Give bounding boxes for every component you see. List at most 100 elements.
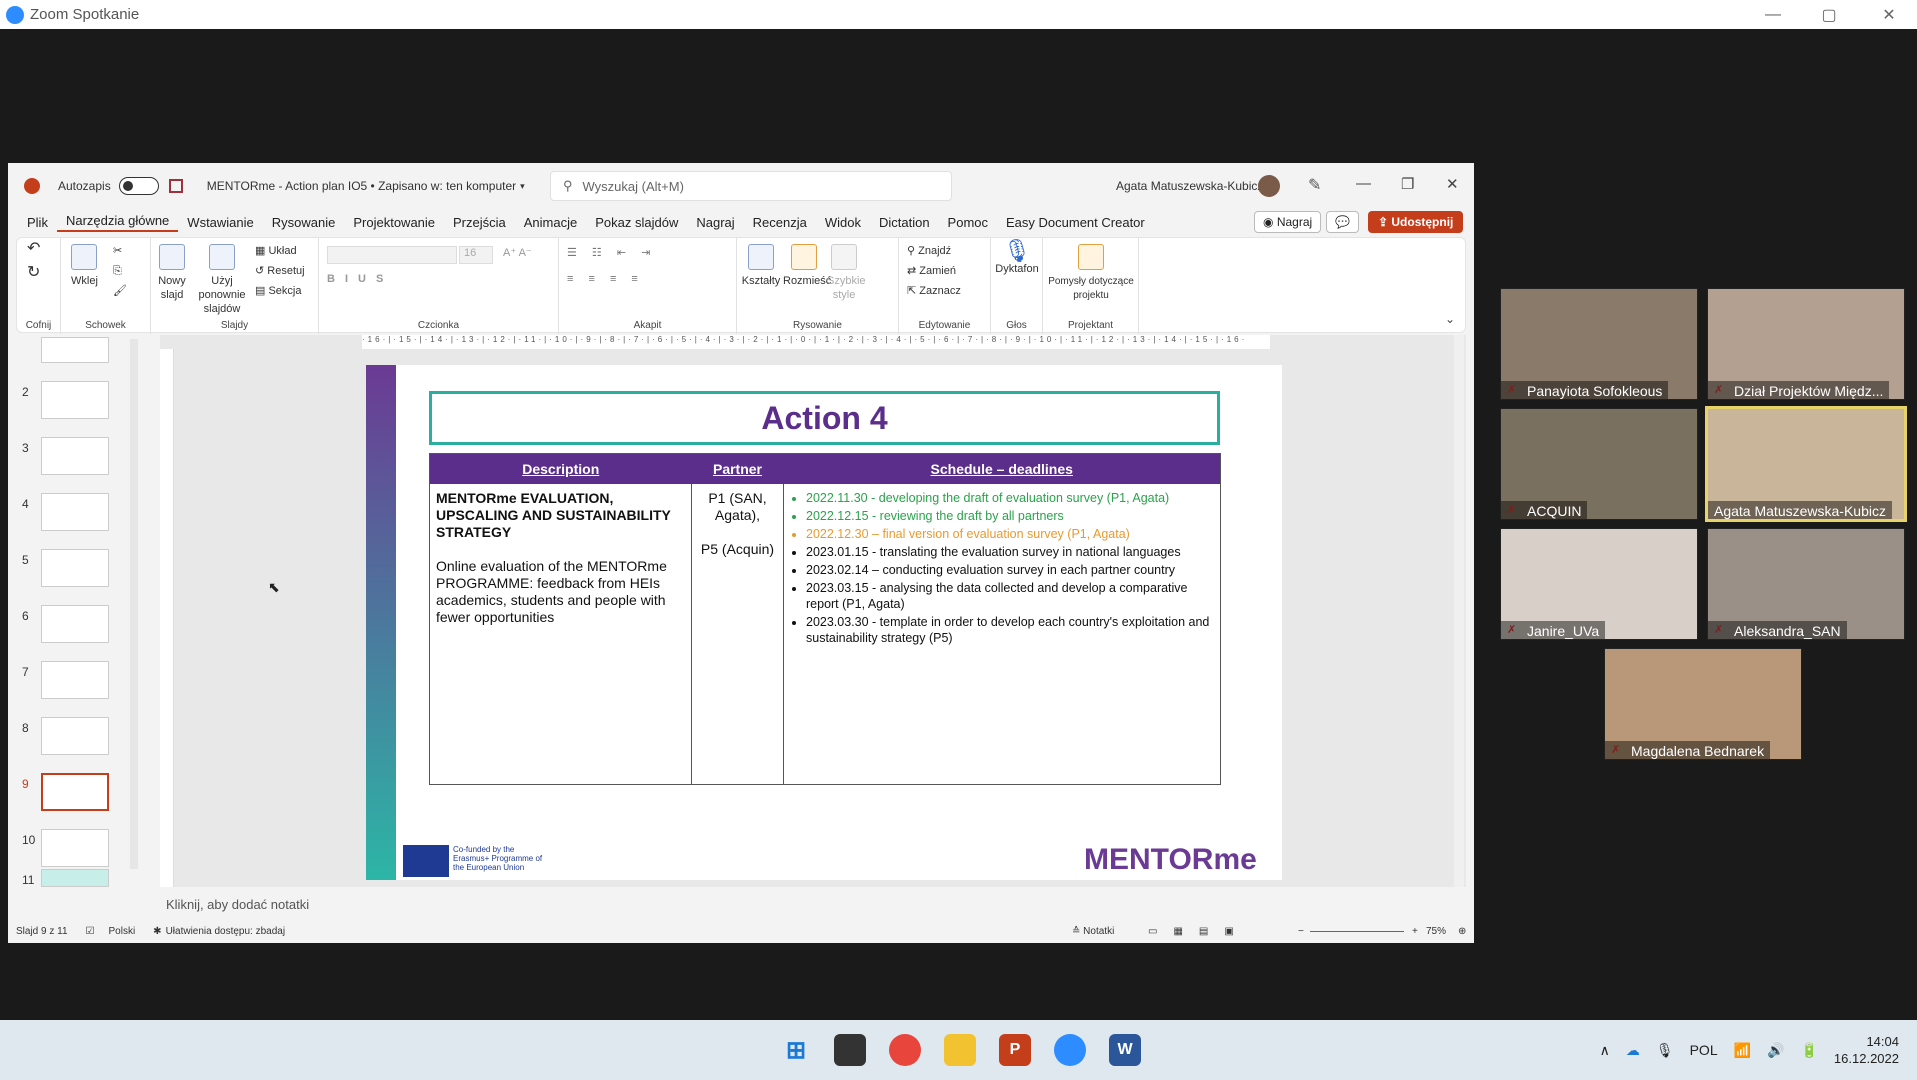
record-button[interactable]: ◉ Nagraj — [1254, 211, 1322, 233]
avatar[interactable] — [1258, 175, 1280, 197]
view-buttons[interactable]: ▭▦▤▣ — [1148, 926, 1250, 937]
tab-review[interactable]: Recenzja — [744, 215, 816, 230]
tab-home[interactable]: Narzędzia główne — [56, 213, 179, 232]
tab-animations[interactable]: Animacje — [515, 215, 586, 230]
clock[interactable]: 14:04 16.12.2022 — [1834, 1033, 1899, 1067]
share-button[interactable]: ⇪ Udostępnij — [1368, 211, 1464, 233]
slide-canvas[interactable]: Action 4 Description Partner Schedule – … — [366, 365, 1282, 880]
language-indicator[interactable]: POL — [1690, 1042, 1718, 1058]
participant-tile[interactable]: ✗ Panayiota Sofokleous — [1500, 288, 1698, 400]
tab-transitions[interactable]: Przejścia — [444, 215, 515, 230]
tab-record[interactable]: Nagraj — [687, 215, 743, 230]
cut-icon[interactable]: ✂ — [113, 244, 122, 258]
comments-icon[interactable]: 💬 — [1326, 211, 1359, 233]
powerpoint-icon[interactable]: P — [999, 1034, 1031, 1066]
notes-pane[interactable]: Kliknij, aby dodać notatki — [160, 887, 1466, 917]
fit-slide-icon[interactable]: ⊕ — [1458, 926, 1466, 937]
account-name[interactable]: Agata Matuszewska-Kubicz — [1116, 179, 1263, 193]
onedrive-icon[interactable]: ☁ — [1626, 1042, 1640, 1059]
find-button[interactable]: ⚲ Znajdź — [907, 244, 951, 258]
tab-dictation[interactable]: Dictation — [870, 215, 939, 230]
search-input[interactable]: ⚲ Wyszukaj (Alt+M) — [550, 171, 952, 201]
close-button[interactable]: ✕ — [1861, 0, 1917, 29]
grow-font-icon[interactable]: A⁺ A⁻ — [503, 246, 532, 260]
volume-icon[interactable]: 🔊 — [1767, 1042, 1784, 1059]
zoom-level[interactable]: 75% — [1426, 926, 1446, 937]
microphone-tray-icon[interactable]: 🎙 — [1656, 1042, 1674, 1059]
maximize-button[interactable]: ▢ — [1801, 0, 1857, 29]
section-button[interactable]: ▤ Sekcja — [255, 284, 301, 298]
paste-button[interactable]: Wklej — [71, 244, 98, 288]
word-icon[interactable]: W — [1109, 1034, 1141, 1066]
participant-tile[interactable]: ✗ ACQUIN — [1500, 408, 1698, 520]
thumbnail-scrollbar[interactable] — [130, 339, 138, 869]
reuse-slides-button[interactable]: Użyj ponownie slajdów — [191, 244, 253, 316]
accessibility-status[interactable]: Ułatwienia dostępu: zbadaj — [166, 926, 286, 937]
tab-design[interactable]: Projektowanie — [344, 215, 444, 230]
chevron-down-icon[interactable]: ▾ — [520, 181, 525, 192]
windows-start-icon[interactable]: ⊞ — [780, 1034, 812, 1066]
zoom-out-icon[interactable]: − — [1298, 926, 1304, 937]
reset-button[interactable]: ↺ Resetuj — [255, 264, 305, 278]
zoom-slider[interactable] — [1310, 931, 1404, 932]
format-painter-icon[interactable]: 🖌 — [113, 284, 127, 298]
shapes-button[interactable]: Kształty — [741, 244, 781, 288]
minimize-button[interactable]: — — [1745, 0, 1801, 29]
participant-tile[interactable]: ✗ Janire_UVa — [1500, 528, 1698, 640]
zoom-in-icon[interactable]: + — [1412, 926, 1418, 937]
redo-icon[interactable]: ↻ — [27, 265, 40, 281]
participant-tile[interactable]: ✗ Magdalena Bednarek — [1604, 648, 1802, 760]
pen-icon[interactable]: ✎ — [1308, 175, 1321, 195]
select-button[interactable]: ⇱ Zaznacz — [907, 284, 961, 298]
replace-button[interactable]: ⇄ Zamień — [907, 264, 956, 278]
spellcheck-icon[interactable]: ☑ — [86, 926, 95, 937]
slide-thumbnail-6[interactable] — [41, 605, 109, 643]
tab-insert[interactable]: Wstawianie — [178, 215, 262, 230]
chrome-icon[interactable] — [889, 1034, 921, 1066]
battery-icon[interactable]: 🔋 — [1800, 1042, 1817, 1059]
editor-scrollbar[interactable] — [1454, 335, 1464, 887]
tab-help[interactable]: Pomoc — [939, 215, 997, 230]
font-format-icons[interactable]: BIUS — [327, 272, 393, 286]
ppt-restore-button[interactable]: ❐ — [1401, 175, 1414, 193]
wifi-icon[interactable]: 📶 — [1734, 1042, 1751, 1059]
font-size-field[interactable]: 16 — [459, 246, 493, 264]
arrange-button[interactable]: Rozmieść — [783, 244, 831, 288]
list-icons[interactable]: ☰ ☷ ⇤ ⇥ — [567, 246, 656, 260]
language-status[interactable]: Polski — [108, 926, 135, 937]
slide-thumbnail-2[interactable] — [41, 381, 109, 419]
slide-thumbnail-9-selected[interactable] — [41, 773, 109, 811]
tab-draw[interactable]: Rysowanie — [263, 215, 345, 230]
participant-tile[interactable]: ✗ Dział Projektów Międz... — [1707, 288, 1905, 400]
document-title[interactable]: MENTORme - Action plan IO5 • Zapisano w:… — [207, 179, 516, 193]
participant-tile[interactable]: ✗ Aleksandra_SAN — [1707, 528, 1905, 640]
new-slide-button[interactable]: Nowy slajd — [155, 244, 189, 302]
file-explorer-icon[interactable] — [944, 1034, 976, 1066]
ribbon-collapse-icon[interactable]: ⌄ — [1445, 312, 1455, 326]
font-name-field[interactable] — [327, 246, 457, 264]
chevron-up-icon[interactable]: ∧ — [1600, 1042, 1610, 1059]
undo-icon[interactable]: ↶ — [27, 241, 40, 257]
save-icon[interactable] — [168, 179, 183, 193]
align-icons[interactable]: ≡ ≡ ≡ ≡ — [567, 272, 644, 286]
zoom-icon[interactable] — [1054, 1034, 1086, 1066]
task-view-icon[interactable] — [834, 1034, 866, 1066]
slide-thumbnail-3[interactable] — [41, 437, 109, 475]
ppt-minimize-button[interactable]: — — [1356, 175, 1371, 192]
slide-thumbnail-7[interactable] — [41, 661, 109, 699]
slide-thumbnail-8[interactable] — [41, 717, 109, 755]
quick-styles-button[interactable]: Szybkie style — [827, 244, 866, 302]
participant-tile-active-speaker[interactable]: Agata Matuszewska-Kubicz — [1705, 406, 1907, 522]
layout-button[interactable]: ▦ Układ — [255, 244, 297, 258]
dictate-button[interactable]: 🎙 Dyktafon — [995, 240, 1039, 276]
design-ideas-button[interactable]: Pomysły dotyczące projektu — [1047, 244, 1135, 303]
autosave-toggle[interactable] — [118, 177, 159, 195]
tab-easy-document-creator[interactable]: Easy Document Creator — [997, 215, 1154, 230]
slide-thumbnail-10[interactable] — [41, 829, 109, 867]
tab-view[interactable]: Widok — [816, 215, 870, 230]
slide-thumbnail-4[interactable] — [41, 493, 109, 531]
slide-thumbnail-1[interactable] — [41, 337, 109, 363]
copy-icon[interactable]: ⎘ — [113, 264, 122, 278]
slide-thumbnail-11[interactable] — [41, 869, 109, 887]
slide-thumbnail-5[interactable] — [41, 549, 109, 587]
